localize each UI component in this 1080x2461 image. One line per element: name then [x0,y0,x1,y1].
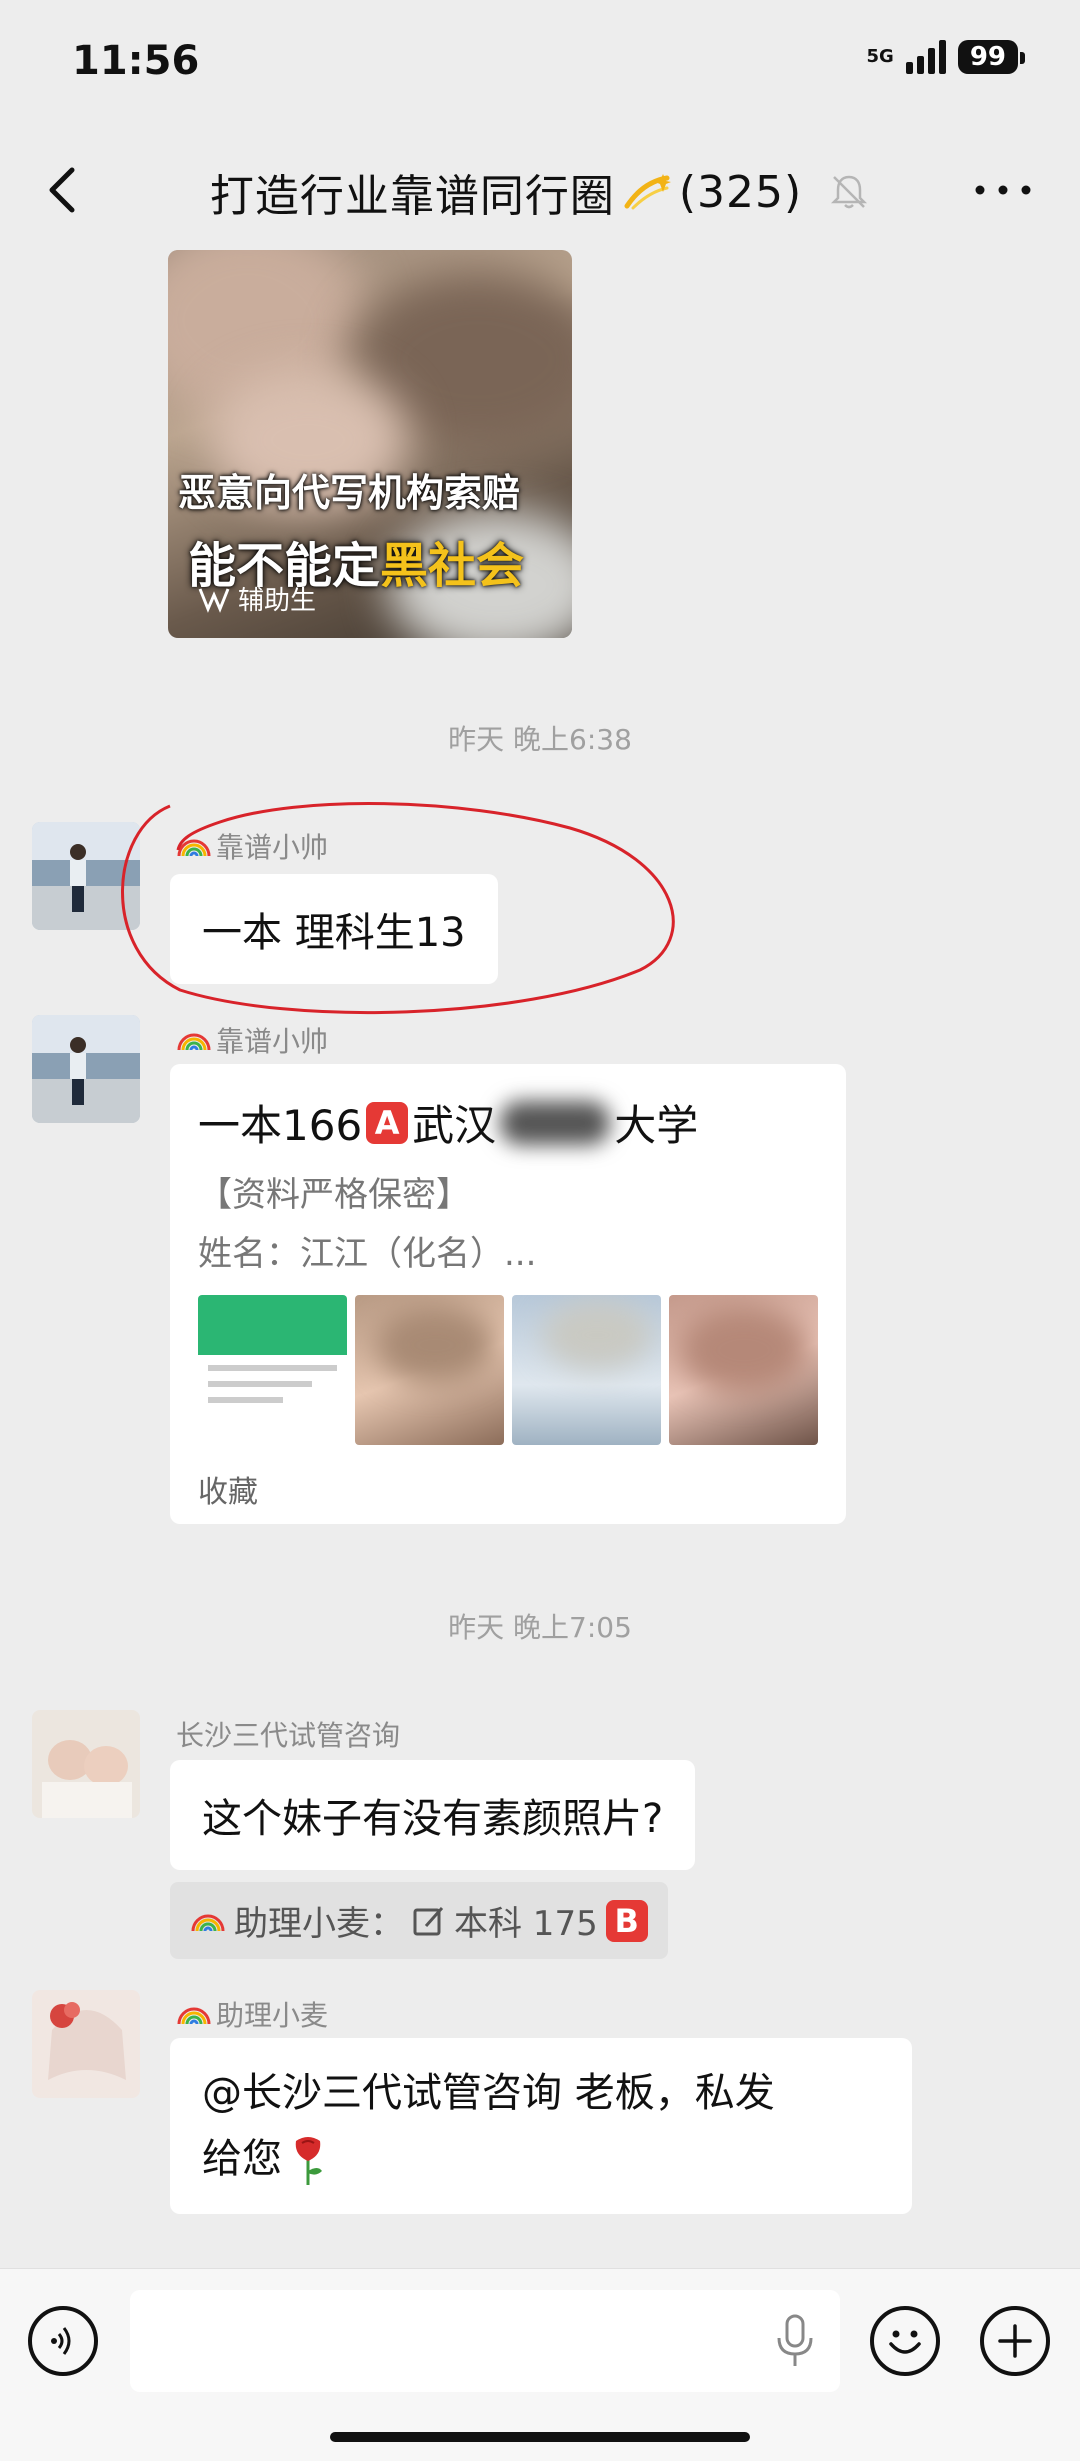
emoji-button[interactable] [870,2306,940,2376]
sender-name: 助理小麦 [176,1994,328,2034]
status-icons: 5G 99 [866,40,1026,74]
signal-icon [905,40,946,74]
card-thumbnail [512,1295,661,1445]
annotation-circle [121,802,675,1015]
message-bubble[interactable]: @长沙三代试管咨询 老板，私发 给您 [170,2038,912,2214]
card-footer: 收藏 [198,1475,258,1510]
avatar[interactable] [32,1710,140,1818]
avatar[interactable] [32,1015,140,1123]
voice-toggle-button[interactable] [28,2306,98,2376]
shared-card[interactable]: 一本166 A 武汉 大学 【资料严格保密】 姓名：江江（化名）... 收藏 [170,1064,846,1524]
timestamp: 昨天 晚上7:05 [448,1611,632,1644]
avatar[interactable] [32,1990,140,2098]
quoted-reply[interactable]: 助理小麦： 本科 175 B [170,1882,668,1959]
sender-name: 靠谱小帅 [176,1020,328,1060]
message-bubble[interactable]: 这个妹子有没有素颜照片? [170,1760,696,1870]
rose-emoji-icon [295,2137,322,2185]
more-actions-button[interactable] [980,2306,1050,2376]
microphone-icon[interactable] [772,2312,818,2370]
video-caption-line1: 恶意向代写机构索赔 [178,471,521,515]
card-thumbnail [355,1295,504,1445]
redaction-blur [500,1100,611,1145]
a-button-badge: A [366,1101,409,1144]
video-source: 辅助生 [198,580,316,617]
sender-name: 长沙三代试管咨询 [176,1719,401,1752]
chat-title: 打造行业靠谱同行圈 (325) [0,160,1080,224]
video-card[interactable]: 恶意向代写机构索赔 能不能定黑社会 辅助生 [168,250,572,638]
dizzy-emoji-icon [624,174,671,210]
message-input[interactable] [130,2290,840,2392]
member-count: (325) [678,166,803,218]
mute-bell-icon [831,175,868,209]
plus-icon [998,2324,1032,2358]
rainbow-icon [177,1033,211,1051]
battery-icon: 99 [957,40,1026,74]
edit-icon [413,1906,444,1935]
group-name: 打造行业靠谱同行圈 [209,171,615,222]
smiley-icon [889,2330,921,2354]
card-thumbnail [198,1295,347,1445]
more-icon[interactable] [968,165,1038,215]
card-thumbnail [669,1295,818,1445]
status-time: 11:56 [72,38,200,84]
card-line: 【资料严格保密】 [198,1175,470,1215]
rainbow-icon [177,2007,211,2025]
card-image-strip [198,1295,818,1445]
channel-logo-icon [198,587,230,613]
voice-icon [51,2327,71,2355]
timestamp: 昨天 晚上6:38 [448,723,632,756]
card-line: 姓名：江江（化名）... [198,1234,537,1274]
b-button-badge: B [605,1899,648,1942]
network-label: 5G [866,46,894,67]
rainbow-icon [191,1914,225,1931]
home-indicator [330,2432,750,2442]
card-title: 一本166 A 武汉 大学 [198,1100,699,1150]
